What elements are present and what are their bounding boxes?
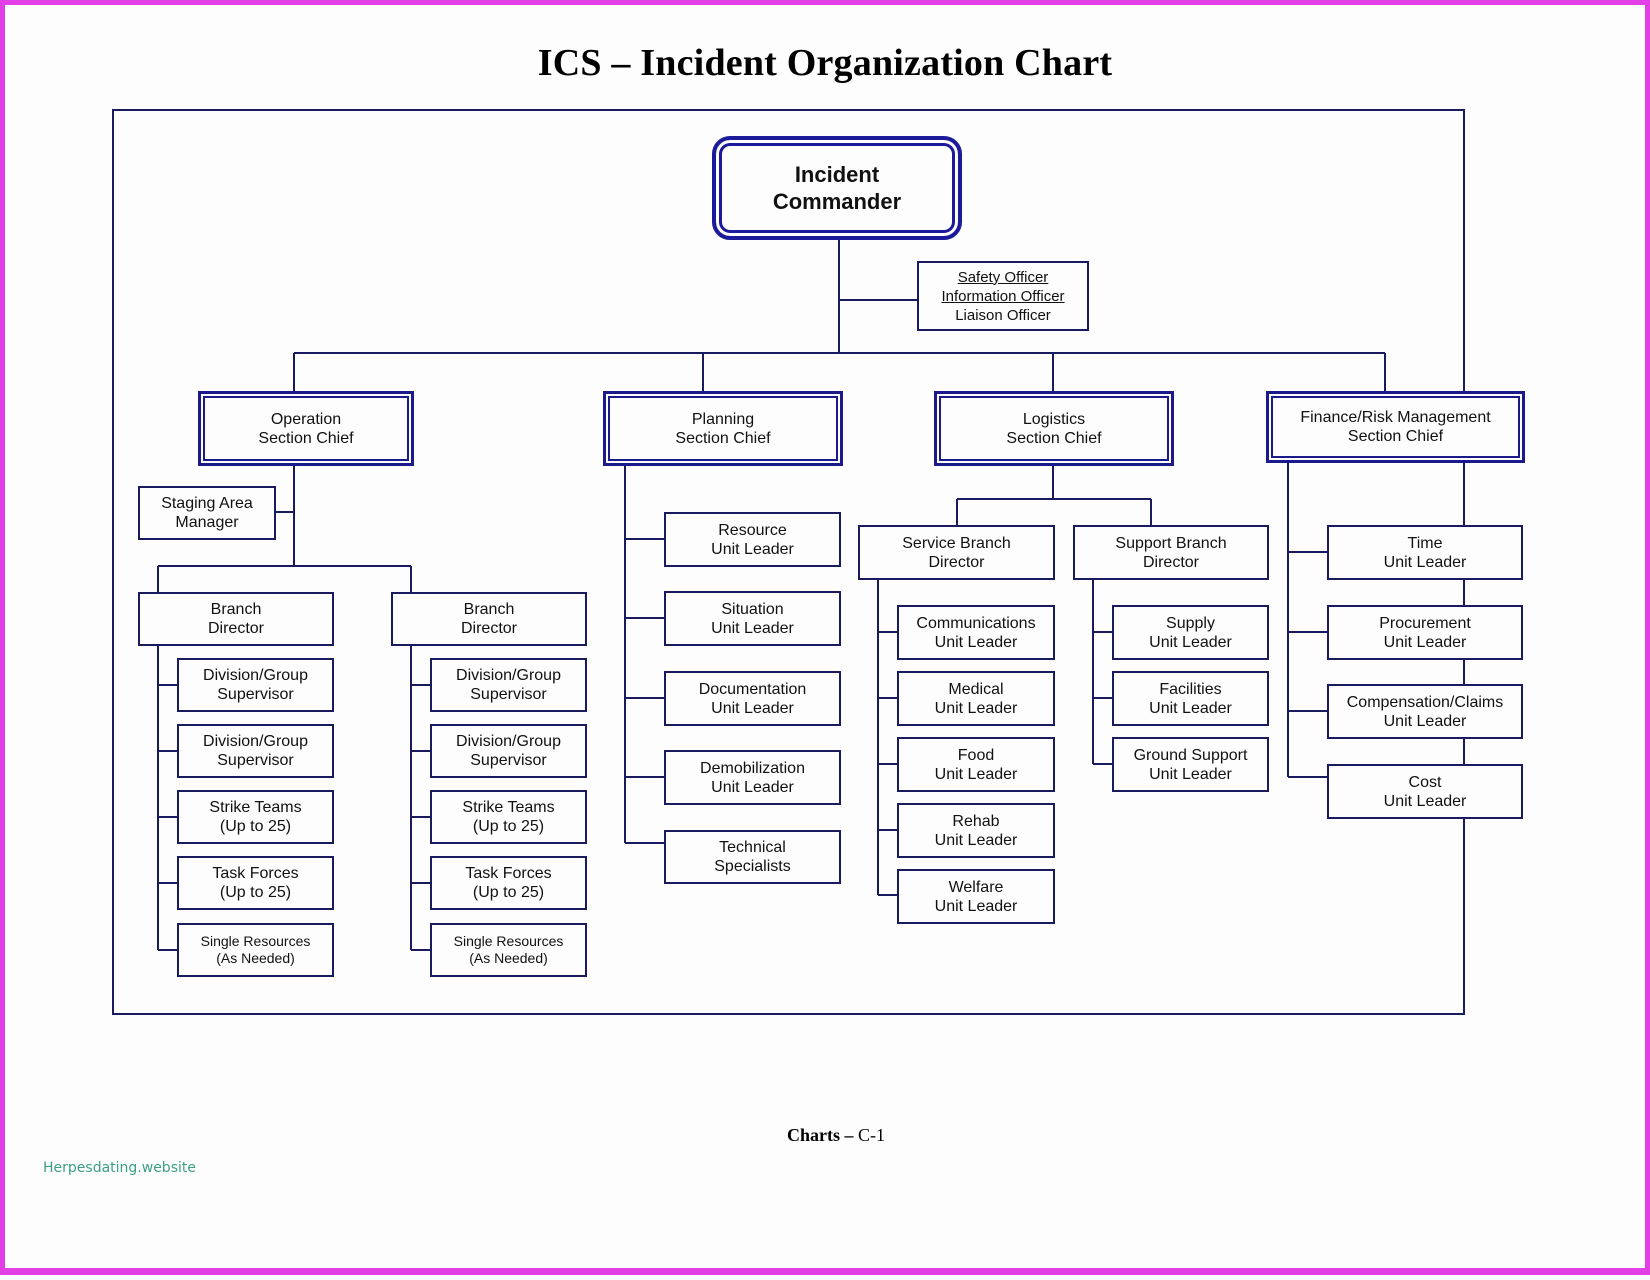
liaison-officer-label: Liaison Officer: [955, 306, 1051, 324]
technical-specialists-box: Technical Specialists: [664, 830, 841, 884]
operations-section-chief-box: Operation Section Chief: [198, 391, 414, 466]
single-resources-box: Single Resources (As Needed): [430, 923, 587, 977]
demobilization-unit-leader-box: Demobilization Unit Leader: [664, 750, 841, 805]
resource-unit-leader-box: Resource Unit Leader: [664, 512, 841, 567]
command-staff-box: Safety Officer Information Officer Liais…: [917, 261, 1089, 331]
page-title: ICS – Incident Organization Chart: [537, 42, 1113, 84]
supply-unit-leader-box: Supply Unit Leader: [1112, 605, 1269, 660]
service-branch-director-box: Service Branch Director: [858, 525, 1055, 580]
branch-director-box: Branch Director: [138, 592, 334, 646]
welfare-unit-leader-box: Welfare Unit Leader: [897, 869, 1055, 924]
cost-unit-leader-box: Cost Unit Leader: [1327, 764, 1523, 819]
documentation-unit-leader-box: Documentation Unit Leader: [664, 671, 841, 726]
division-group-supervisor-box: Division/Group Supervisor: [430, 658, 587, 712]
staging-area-manager-box: Staging Area Manager: [138, 486, 276, 540]
footer-label: Charts –: [787, 1125, 854, 1145]
division-group-supervisor-box: Division/Group Supervisor: [177, 658, 334, 712]
support-branch-director-box: Support Branch Director: [1073, 525, 1269, 580]
division-group-supervisor-box: Division/Group Supervisor: [430, 724, 587, 778]
procurement-unit-leader-box: Procurement Unit Leader: [1327, 605, 1523, 660]
situation-unit-leader-box: Situation Unit Leader: [664, 591, 841, 646]
communications-unit-leader-box: Communications Unit Leader: [897, 605, 1055, 660]
food-unit-leader-box: Food Unit Leader: [897, 737, 1055, 792]
facilities-unit-leader-box: Facilities Unit Leader: [1112, 671, 1269, 726]
division-group-supervisor-box: Division/Group Supervisor: [177, 724, 334, 778]
task-forces-box: Task Forces (Up to 25): [177, 856, 334, 910]
strike-teams-box: Strike Teams (Up to 25): [177, 790, 334, 844]
task-forces-box: Task Forces (Up to 25): [430, 856, 587, 910]
strike-teams-box: Strike Teams (Up to 25): [430, 790, 587, 844]
branch-director-box: Branch Director: [391, 592, 587, 646]
logistics-section-chief-box: Logistics Section Chief: [934, 391, 1174, 466]
single-resources-box: Single Resources (As Needed): [177, 923, 334, 977]
rehab-unit-leader-box: Rehab Unit Leader: [897, 803, 1055, 858]
time-unit-leader-box: Time Unit Leader: [1327, 525, 1523, 580]
safety-officer-label: Safety Officer: [957, 268, 1049, 286]
finance-section-chief-box: Finance/Risk Management Section Chief: [1266, 391, 1525, 463]
footer-page-number: C-1: [858, 1125, 885, 1145]
incident-commander-box: Incident Commander: [712, 136, 962, 240]
information-officer-label: Information Officer: [941, 287, 1065, 305]
planning-section-chief-box: Planning Section Chief: [603, 391, 843, 466]
ground-support-unit-leader-box: Ground Support Unit Leader: [1112, 737, 1269, 792]
watermark-link[interactable]: Herpesdating.website: [43, 1160, 196, 1176]
compensation-claims-unit-leader-box: Compensation/Claims Unit Leader: [1327, 684, 1523, 739]
medical-unit-leader-box: Medical Unit Leader: [897, 671, 1055, 726]
page-footer: Charts – C-1: [787, 1125, 885, 1146]
